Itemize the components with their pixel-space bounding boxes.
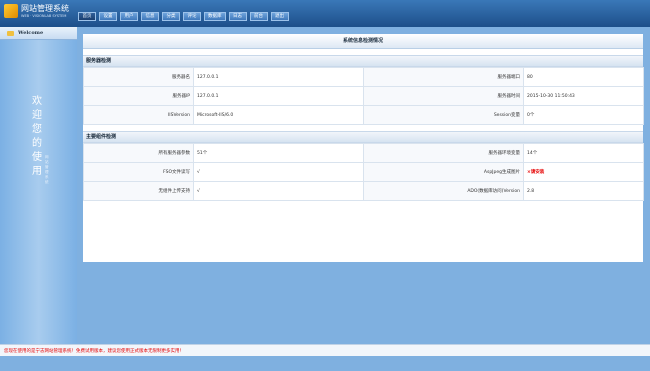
table-row: FSO文件读写 √ AspJpeg生成图片 ×请安装 bbox=[83, 162, 644, 182]
nav-tab-home[interactable]: 首页 bbox=[78, 12, 96, 21]
bottom-strip bbox=[0, 356, 650, 371]
nav-tab-logout[interactable]: 退出 bbox=[270, 12, 289, 21]
system-info-panel: 系统信息检测情况 服务器检测 服务器名 127.0.0.1 服务器端口 80 服… bbox=[83, 34, 644, 262]
nav-tab-info[interactable]: 信息 bbox=[141, 12, 159, 21]
row-label: 无组件上传支持 bbox=[83, 181, 194, 201]
app-subtitle: WEB · VISIONLAB SYSTEM bbox=[21, 14, 67, 18]
nav-tab-database[interactable]: 数据库 bbox=[204, 12, 226, 21]
row-value: 0个 bbox=[523, 105, 644, 125]
row-label: AspJpeg生成图片 bbox=[363, 162, 524, 182]
sidebar-header: Welcome bbox=[0, 27, 77, 40]
table-row: 服务器名 127.0.0.1 服务器端口 80 bbox=[83, 67, 644, 87]
row-label: Session变量 bbox=[363, 105, 524, 125]
row-label: ADO(数据库访问)Version bbox=[363, 181, 524, 201]
footer-notice: 您现在使用的是宁志网站管理系统！免费试用版本，建议您使用正式版本无限制更多实用！ bbox=[4, 349, 184, 354]
row-label: IISVersion bbox=[83, 105, 194, 125]
table-row: 服务器IP 127.0.0.1 服务器时间 2015-10-30 11:50:4… bbox=[83, 86, 644, 106]
row-value: 80 bbox=[523, 67, 644, 87]
main-nav: 首页 设置 用户 信息 分类 评论 数据库 日志 前台 退出 bbox=[78, 12, 289, 22]
row-label: 所有服务器参数 bbox=[83, 143, 194, 163]
table-row: 所有服务器参数 51个 服务器环境变量 14个 bbox=[83, 143, 644, 163]
server-section-heading: 服务器检测 bbox=[83, 55, 643, 67]
row-value: 14个 bbox=[523, 143, 644, 163]
folder-icon bbox=[7, 30, 14, 36]
row-label: FSO文件读写 bbox=[83, 162, 194, 182]
table-row: 无组件上传支持 √ ADO(数据库访问)Version 2.8 bbox=[83, 181, 644, 201]
row-label: 服务器名 bbox=[83, 67, 194, 87]
nav-tab-frontend[interactable]: 前台 bbox=[249, 12, 268, 21]
server-table: 服务器名 127.0.0.1 服务器端口 80 服务器IP 127.0.0.1 … bbox=[83, 67, 644, 125]
row-value: 127.0.0.1 bbox=[193, 86, 364, 106]
component-section-heading: 主要组件检测 bbox=[83, 131, 643, 143]
welcome-caption: 网站管理系统 bbox=[45, 155, 49, 184]
row-value: 51个 bbox=[193, 143, 364, 163]
main-area: 系统信息检测情况 服务器检测 服务器名 127.0.0.1 服务器端口 80 服… bbox=[77, 27, 650, 344]
panel-title: 系统信息检测情况 bbox=[83, 34, 643, 49]
nav-tab-category[interactable]: 分类 bbox=[162, 12, 180, 21]
check-mark: √ bbox=[193, 162, 364, 182]
check-mark: √ bbox=[193, 181, 364, 201]
row-value: Microsoft-IIS/6.0 bbox=[193, 105, 364, 125]
nav-tab-users[interactable]: 用户 bbox=[120, 12, 138, 21]
row-value: 2.8 bbox=[523, 181, 644, 201]
welcome-label: Welcome bbox=[18, 30, 44, 36]
app-title: 网站管理系统 bbox=[21, 4, 69, 13]
sidebar: Welcome 欢迎您的使用 网站管理系统 bbox=[0, 27, 77, 344]
row-value: 2015-10-30 11:50:43 bbox=[523, 86, 644, 106]
component-table: 所有服务器参数 51个 服务器环境变量 14个 FSO文件读写 √ AspJpe… bbox=[83, 143, 644, 201]
row-label: 服务器环境变量 bbox=[363, 143, 524, 163]
nav-tab-settings[interactable]: 设置 bbox=[99, 12, 117, 21]
row-value: 127.0.0.1 bbox=[193, 67, 364, 87]
table-row: IISVersion Microsoft-IIS/6.0 Session变量 0… bbox=[83, 105, 644, 125]
row-label: 服务器IP bbox=[83, 86, 194, 106]
welcome-message: 欢迎您的使用 bbox=[32, 96, 42, 177]
row-label: 服务器时间 bbox=[363, 86, 524, 106]
nav-tab-comments[interactable]: 评论 bbox=[183, 12, 201, 21]
install-warning: ×请安装 bbox=[523, 162, 644, 182]
top-header: 网站管理系统 WEB · VISIONLAB SYSTEM 首页 设置 用户 信… bbox=[0, 0, 650, 27]
nav-tab-logs[interactable]: 日志 bbox=[228, 12, 247, 21]
row-label: 服务器端口 bbox=[363, 67, 524, 87]
logo-icon bbox=[4, 4, 18, 18]
